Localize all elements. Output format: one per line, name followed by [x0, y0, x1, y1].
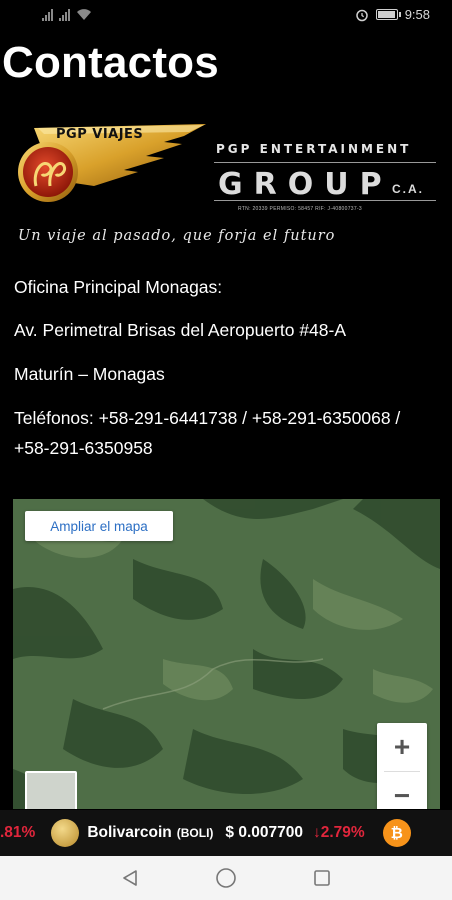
- ticker-price: $ 0.007700: [225, 824, 303, 841]
- satellite-imagery: [13, 499, 440, 809]
- office-heading: Oficina Principal Monagas:: [14, 277, 223, 297]
- zoom-out-button[interactable]: −: [377, 772, 427, 809]
- logo-main-text: GROUP: [218, 167, 393, 202]
- ticker-change: ↓2.79%: [313, 824, 365, 841]
- system-nav-bar: [0, 856, 452, 900]
- office-phones: Teléfonos: +58-291-6441738 / +58-291-635…: [14, 408, 401, 458]
- signal-icon-2: [59, 9, 70, 21]
- wifi-icon: [77, 9, 91, 20]
- logo-badge: PGP VIAJES: [56, 127, 144, 142]
- page-title: Contactos: [2, 38, 219, 87]
- zoom-controls: + −: [377, 723, 427, 809]
- office-address: Av. Perimetral Brisas del Aeropuerto #48…: [14, 320, 347, 340]
- battery-icon: [375, 9, 401, 20]
- status-right: 9:58: [355, 7, 430, 22]
- logo-divider-2: [214, 200, 436, 201]
- zoom-in-button[interactable]: +: [377, 723, 427, 771]
- crypto-ticker: .81% Bolivarcoin (BOLI) $ 0.007700 ↓2.79…: [0, 810, 452, 856]
- office-city: Maturín – Monagas: [14, 364, 165, 384]
- recents-square-icon[interactable]: [310, 866, 334, 890]
- ticker-prev-change: .81%: [0, 824, 36, 841]
- bolivarcoin-icon: [51, 819, 80, 847]
- alarm-icon: [355, 9, 368, 21]
- status-time: 9:58: [404, 7, 430, 22]
- bitcoin-icon: ₿: [382, 819, 411, 847]
- ticker-coin-name: Bolivarcoin: [87, 824, 172, 841]
- enlarge-map-button[interactable]: Ampliar el mapa: [25, 511, 173, 541]
- status-left: [42, 9, 92, 21]
- signal-icon: [42, 9, 53, 21]
- home-circle-icon[interactable]: [214, 866, 238, 890]
- logo-divider: [214, 162, 436, 163]
- logo-subtitle: PGP ENTERTAINMENT: [216, 142, 412, 156]
- back-triangle-icon[interactable]: [118, 866, 142, 890]
- ticker-coin-symbol: (BOLI): [176, 826, 214, 840]
- logo-registration: RTN: 20339 PERMISO: 58457 RIF: J-4080073…: [238, 206, 362, 212]
- logo-slogan: Un viaje al pasado, que forja el futuro: [18, 228, 336, 244]
- status-bar: 9:58: [0, 0, 452, 32]
- map-view[interactable]: Ampliar el mapa + −: [13, 499, 440, 809]
- logo-suffix: C.A.: [392, 182, 424, 196]
- map-layer-toggle[interactable]: [25, 771, 77, 809]
